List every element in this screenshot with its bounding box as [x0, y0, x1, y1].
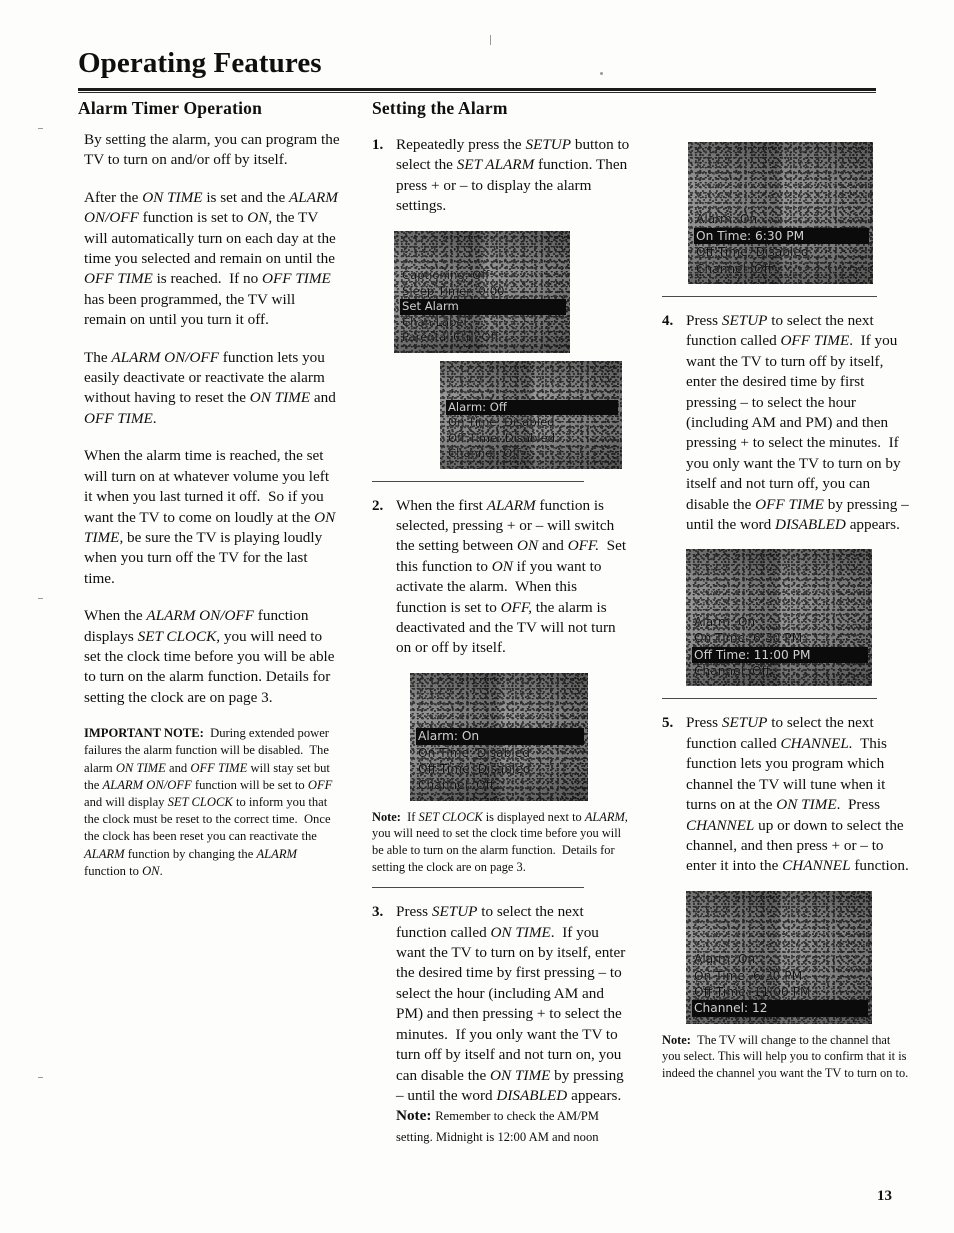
osd-row: Channel: Off [694, 664, 771, 679]
step-number: 4. [662, 313, 674, 329]
osd-row: Alarm: On [694, 614, 756, 629]
osd-row: Channel: Off [418, 778, 495, 793]
page-title: Operating Features [78, 47, 322, 79]
step-4: 4. Press SETUP to select the next functi… [662, 312, 909, 534]
important-note: IMPORTANT NOTE: During extended power fa… [84, 726, 333, 878]
osd-row: On Time: Disabled [418, 745, 530, 760]
divider [372, 887, 584, 889]
page-number: 13 [877, 1188, 892, 1204]
middle-column: Setting the Alarm 1. Repeatedly press th… [372, 98, 630, 1161]
scan-speck [490, 35, 491, 45]
right-column: Alarm: On On Time: 6:30 PM Off Time: Dis… [662, 98, 910, 1092]
osd-row: Parental Ctrl: Off [402, 330, 499, 345]
osd-row: Off Time: Disabled [448, 430, 556, 445]
step-number: 1. [372, 137, 384, 153]
note-label: Note: [372, 809, 401, 824]
tv-screenshot-off-time: Alarm: On On Time: 6:30 PM Off Time: 11:… [686, 549, 872, 687]
scan-speck [38, 598, 43, 599]
osd-row-selected: Set Alarm [400, 299, 566, 315]
paragraph: The ALARM ON/OFF function lets you easil… [84, 348, 336, 427]
tv-screenshot-channel: Alarm: On On Time: 6:30 PM Off Time: 11:… [686, 890, 872, 1024]
osd-row: Off Time: Disabled [696, 245, 809, 260]
step-number: 2. [372, 497, 384, 514]
divider [372, 480, 584, 482]
osd-list: Alarm: On On Time: 6:30 PM Off Time: 11:… [692, 951, 868, 1017]
paragraph: When the alarm time is reached, the set … [84, 447, 336, 587]
note-set-clock: Note: If SET CLOCK is displayed next to … [372, 809, 628, 874]
osd-row-selected: Alarm: On [416, 728, 584, 745]
divider [662, 698, 877, 700]
osd-row: Chan Label [402, 314, 467, 329]
osd-list: Alarm: On On Time: 6:30 PM Off Time: Dis… [694, 211, 869, 277]
osd-row-selected: Alarm: Off [446, 399, 618, 416]
paragraph: When the ALARM ON/OFF function displays … [84, 607, 335, 706]
osd-list: Alarm: On On Time: Disabled Off Time: Di… [416, 728, 584, 794]
tv-screenshot-on-time: Alarm: On On Time: 6:30 PM Off Time: Dis… [688, 142, 873, 284]
osd-row: On Time: Disabled [448, 415, 555, 430]
scan-speck [38, 128, 43, 129]
scan-speck [38, 1077, 43, 1078]
title-divider-thin [78, 92, 876, 93]
osd-row-selected: Channel: 12 [692, 1000, 868, 1017]
osd-row: On Time: 6:30 PM [694, 631, 803, 646]
tv-screenshot-alarm-on: Alarm: On On Time: Disabled Off Time: Di… [410, 672, 588, 801]
left-column: Alarm Timer Operation By setting the ala… [78, 98, 340, 880]
osd-row-selected: On Time: 6:30 PM [694, 227, 869, 245]
scan-speck [600, 72, 603, 75]
step-2: 2. When the first ALARM function is sele… [372, 496, 627, 657]
step-1: 1. Repeatedly press the SETUP button to … [372, 136, 630, 215]
tv-screenshot-setup-menu: Captioning: Off Sleep Timer: 0:00 Set Al… [394, 230, 570, 353]
step-number: 5. [662, 715, 674, 732]
step-3: 3. Press SETUP to select the next functi… [372, 903, 626, 1144]
osd-row: Off Time: 11:00 PM [694, 984, 811, 999]
tv-screenshot-alarm-off: Alarm: Off On Time: Disabled Off Time: D… [440, 360, 622, 469]
title-divider [78, 88, 876, 91]
divider [662, 296, 877, 297]
section-heading-alarm-timer: Alarm Timer Operation [78, 98, 263, 118]
manual-page: Operating Features Alarm Timer Operation… [0, 0, 954, 1233]
osd-list: Alarm: Off On Time: Disabled Off Time: D… [446, 399, 618, 462]
step-5: 5. Press SETUP to select the next functi… [662, 714, 909, 875]
osd-row: Channel: Off [696, 261, 773, 276]
important-note-label: IMPORTANT NOTE: [84, 726, 204, 741]
osd-row: Channel: Off [448, 446, 521, 461]
note-channel-text: The TV will change to the channel that y… [662, 1032, 909, 1080]
note-channel: Note: The TV will change to the channel … [662, 1032, 910, 1082]
osd-list: Captioning: Off Sleep Timer: 0:00 Set Al… [400, 268, 566, 346]
osd-row: Captioning: Off [402, 268, 490, 283]
osd-row-selected: Off Time: 11:00 PM [692, 646, 868, 664]
step-number: 3. [372, 904, 384, 921]
note-label: Note: [662, 1032, 691, 1047]
osd-row: On Time: 6:30 PM [694, 968, 803, 983]
osd-row: Alarm: On [694, 952, 756, 967]
paragraph: By setting the alarm, you can program th… [84, 131, 340, 169]
note-label: Note: [396, 1107, 432, 1125]
osd-list: Alarm: On On Time: 6:30 PM Off Time: 11:… [692, 614, 868, 680]
paragraph: After the ON TIME is set and the ALARM O… [84, 188, 338, 329]
osd-row: Alarm: On [696, 212, 758, 227]
section-heading-setting-the-alarm: Setting the Alarm [372, 98, 508, 118]
osd-row: Off Time: Disabled [418, 762, 531, 777]
osd-row: Sleep Timer: 0:00 [402, 283, 505, 298]
